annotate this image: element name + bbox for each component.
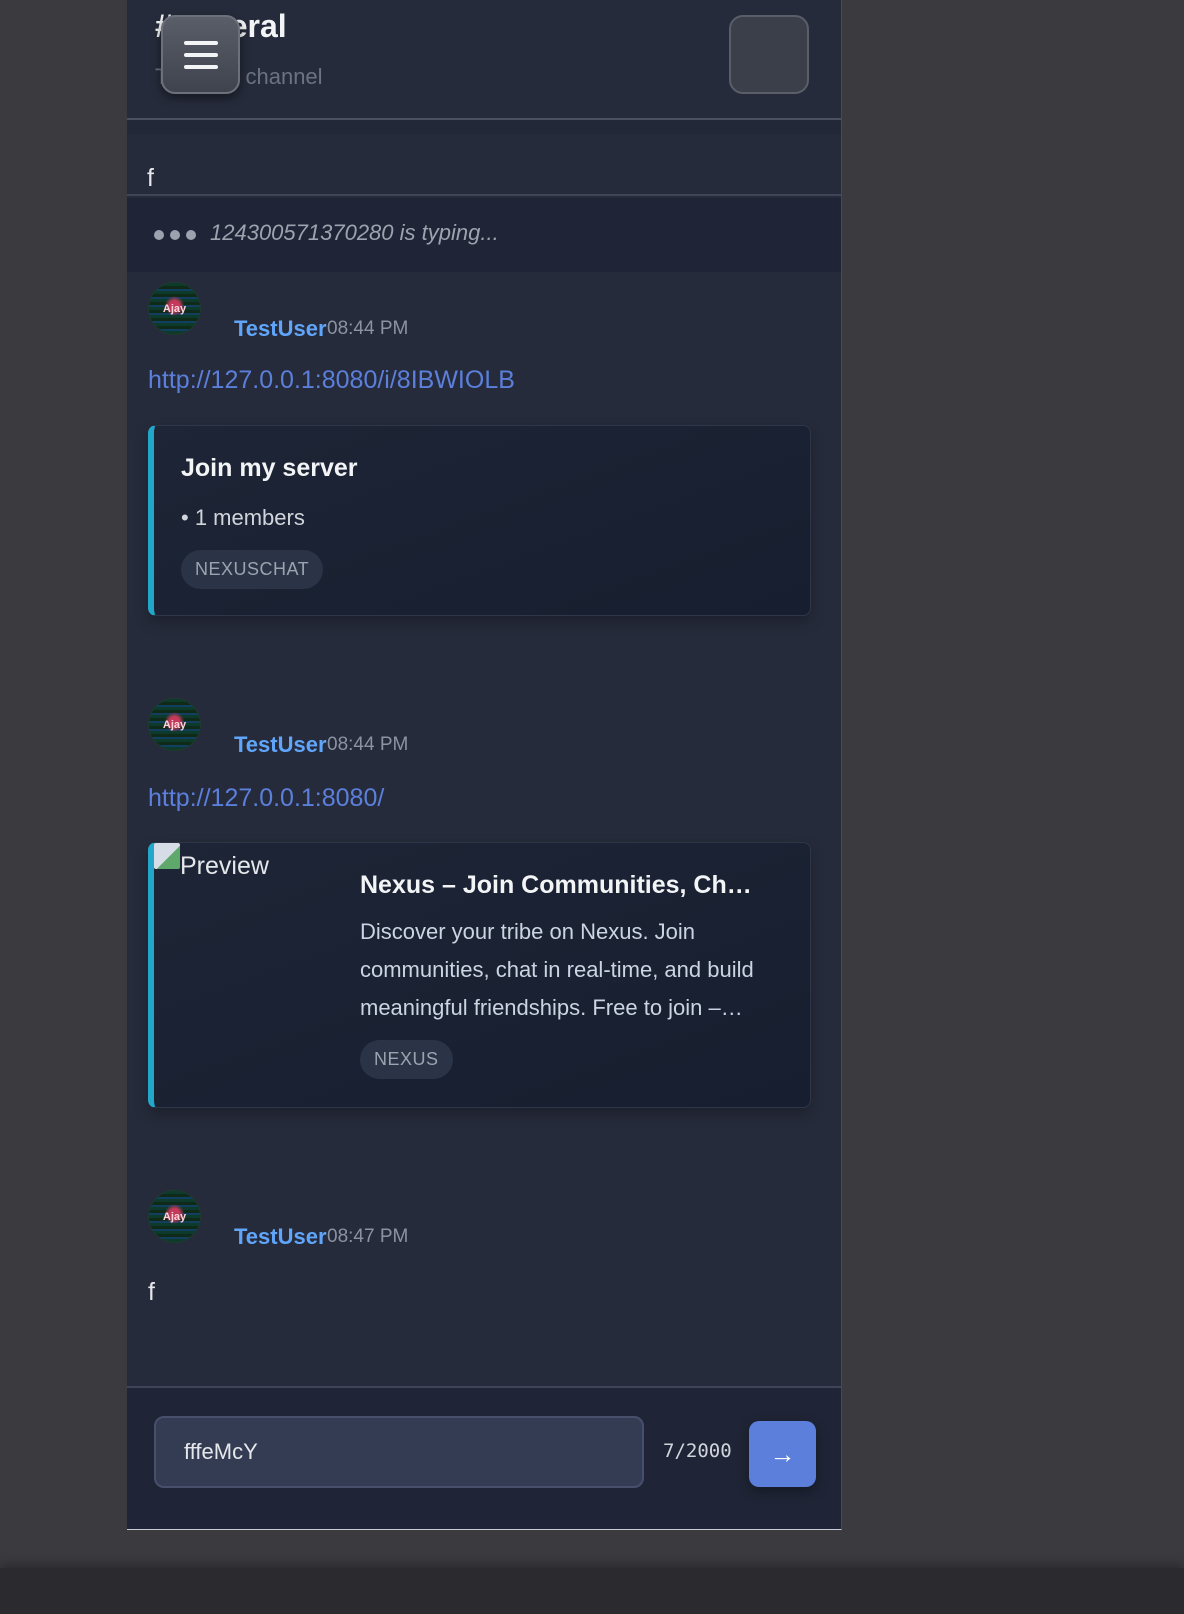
avatar-label: Ajay [162, 1210, 187, 1223]
chat-app: #general The only channel f 124300571370… [127, 0, 842, 1530]
message-timestamp: 08:44 PM [327, 734, 409, 755]
character-counter: 7/2000 [663, 1440, 732, 1462]
message-timestamp: 08:47 PM [327, 1226, 409, 1247]
pinned-message-text: f [147, 164, 154, 192]
typing-dots-icon [154, 230, 196, 240]
channel-header: #general The only channel [127, 0, 841, 120]
message: Ajay TestUser 08:47 PM f [127, 1190, 841, 1310]
members-toggle-button[interactable] [729, 15, 809, 94]
embed-title: Nexus – Join Communities, Ch… [360, 871, 752, 899]
header-divider [127, 120, 841, 134]
embed-description-line: Discover your tribe on Nexus. Join [360, 919, 696, 944]
typing-text: 124300571370280 is typing... [210, 220, 499, 245]
message-author[interactable]: TestUser [234, 316, 327, 342]
preview-image: Preview [154, 843, 334, 903]
bottom-bar [0, 1568, 1184, 1614]
menu-button[interactable] [161, 15, 240, 94]
embed-member-count: • 1 members [181, 505, 305, 530]
pinned-message-bar[interactable]: f [127, 134, 841, 196]
message: Ajay TestUser 08:44 PM http://127.0.0.1:… [127, 698, 841, 1110]
avatar-label: Ajay [162, 302, 187, 315]
arrow-right-icon: → [769, 1438, 796, 1469]
embed-description-line: meaningful friendships. Free to join –… [360, 995, 743, 1020]
hamburger-icon [183, 40, 218, 69]
embed-description-line: communities, chat in real-time, and buil… [360, 957, 754, 982]
preview-image-alt: Preview [180, 852, 269, 880]
invite-embed[interactable]: Join my server • 1 members NEXUSCHAT [148, 425, 811, 616]
avatar[interactable]: Ajay [148, 1190, 201, 1243]
avatar-label: Ajay [162, 718, 187, 731]
message-timestamp: 08:44 PM [327, 318, 409, 339]
broken-image-icon [154, 843, 180, 869]
typing-indicator: 124300571370280 is typing... [127, 198, 841, 272]
embed-title: Join my server [181, 454, 358, 482]
message-author[interactable]: TestUser [234, 1224, 327, 1250]
link-preview-embed[interactable]: Preview Nexus – Join Communities, Ch… Di… [148, 842, 811, 1108]
message-composer: fffeMcY 7/2000 → [127, 1386, 841, 1529]
message-text: f [148, 1278, 155, 1306]
avatar[interactable]: Ajay [148, 282, 201, 335]
message-author[interactable]: TestUser [234, 732, 327, 758]
message-link[interactable]: http://127.0.0.1:8080/i/8IBWIOLB [148, 366, 515, 395]
message-input[interactable]: fffeMcY [154, 1416, 644, 1488]
message: Ajay TestUser 08:44 PM http://127.0.0.1:… [127, 282, 841, 622]
avatar[interactable]: Ajay [148, 698, 201, 751]
embed-site-tag: NEXUS [360, 1040, 453, 1079]
embed-site-tag: NEXUSCHAT [181, 550, 324, 589]
message-link[interactable]: http://127.0.0.1:8080/ [148, 784, 384, 813]
send-button[interactable]: → [749, 1421, 816, 1487]
